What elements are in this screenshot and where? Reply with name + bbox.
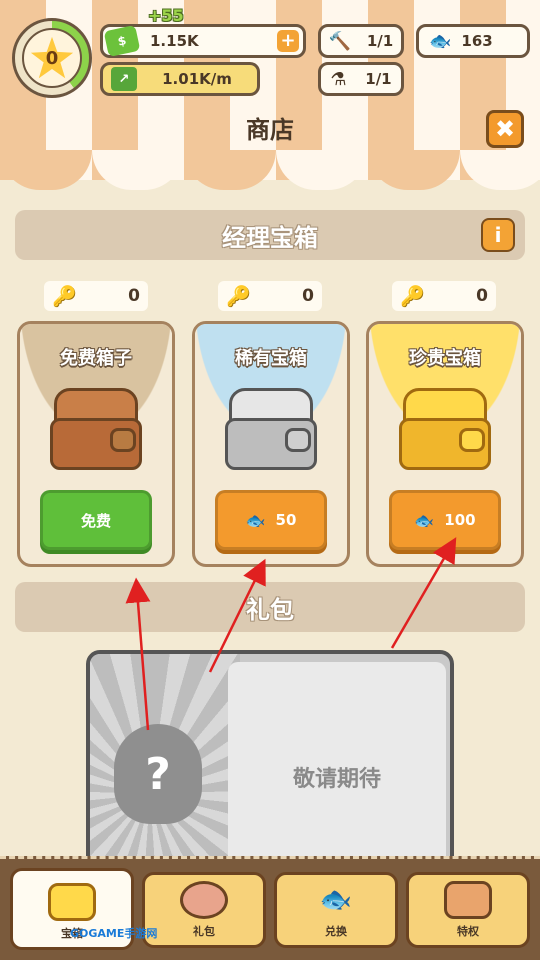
gold-chest-icon [399, 388, 491, 474]
key-counter-gold: 🔑 0 [392, 281, 496, 311]
fish-icon: 🐟 [414, 510, 435, 530]
free-chest-card[interactable]: 免费箱子 免费 [17, 321, 175, 567]
key-icon: 🔑 [400, 284, 425, 308]
fish-icon: 🐟 [245, 510, 266, 530]
money-display: $ 1.15K + [100, 24, 306, 58]
cash-icon: $ [103, 24, 141, 58]
money-value: 1.15K [150, 32, 199, 50]
info-button[interactable]: i [481, 218, 515, 252]
key-counter-silver: 🔑 0 [218, 281, 322, 311]
key-count: 0 [302, 286, 314, 306]
key-count: 0 [476, 286, 488, 306]
fish-currency: 🐟 163 [416, 24, 530, 58]
manager-chest-header: 经理宝箱 i [15, 210, 525, 260]
add-money-button[interactable]: + [277, 30, 299, 52]
cat-box-icon [444, 881, 492, 919]
key-count: 0 [128, 286, 140, 306]
fish-count: 163 [461, 32, 493, 50]
hammer-counter: 🔨 1/1 [318, 24, 404, 58]
buy-rare-button[interactable]: 🐟 50 [215, 490, 327, 550]
price-label: 100 [444, 511, 476, 529]
button-label: 免费 [80, 511, 111, 530]
price-label: 50 [275, 511, 297, 529]
fish-icon: 🐟 [319, 885, 353, 915]
star-icon: 0 [30, 36, 74, 79]
hammer-count: 1/1 [366, 32, 394, 50]
money-gain-text: +55 [148, 6, 184, 25]
tab-exchange[interactable]: 🐟 兑换 [274, 872, 398, 948]
potion-counter: ⚗ 1/1 [318, 62, 404, 96]
precious-chest-card[interactable]: 珍贵宝箱 🐟 100 [366, 321, 524, 567]
tab-gift[interactable]: 礼包 [142, 872, 266, 948]
key-counter-bronze: 🔑 0 [44, 281, 148, 311]
close-button[interactable]: ✖ [486, 110, 524, 148]
watermark-logo: GOGAME手游网 [70, 927, 158, 940]
hammer-icon: 🔨 [328, 30, 352, 52]
potion-count: 1/1 [365, 70, 392, 88]
tab-label: 兑换 [325, 925, 347, 938]
level-badge[interactable]: 0 [12, 18, 92, 98]
chest-icon [48, 883, 96, 921]
wooden-chest-icon [50, 388, 142, 474]
key-icon: 🔑 [226, 284, 251, 308]
key-icon: 🔑 [52, 284, 77, 308]
section-title: 礼包 [246, 595, 294, 624]
gift-section-header: 礼包 [15, 582, 525, 632]
rare-chest-card[interactable]: 稀有宝箱 🐟 50 [192, 321, 350, 567]
piggy-icon [180, 881, 228, 919]
fish-icon: 🐟 [429, 30, 452, 52]
tab-label: 礼包 [193, 925, 215, 938]
mystery-icon: ? [114, 724, 202, 824]
section-title: 经理宝箱 [222, 223, 318, 252]
chart-up-icon: ↗ [111, 67, 137, 91]
page-title: 商店 [246, 116, 294, 144]
coming-soon-card: 敬请期待 [228, 662, 446, 876]
tab-label: 特权 [457, 925, 479, 938]
silver-chest-icon [225, 388, 317, 474]
free-open-button[interactable]: 免费 [40, 490, 152, 550]
income-rate-value: 1.01K/m [162, 70, 232, 88]
awning-scallops [0, 150, 540, 190]
buy-precious-button[interactable]: 🐟 100 [389, 490, 501, 550]
coming-soon-label: 敬请期待 [292, 767, 381, 792]
gift-panel: ? 敬请期待 [86, 650, 454, 880]
income-rate-display: ↗ 1.01K/m [100, 62, 260, 96]
tab-privilege[interactable]: 特权 [406, 872, 530, 948]
potion-icon: ⚗ [330, 68, 347, 90]
